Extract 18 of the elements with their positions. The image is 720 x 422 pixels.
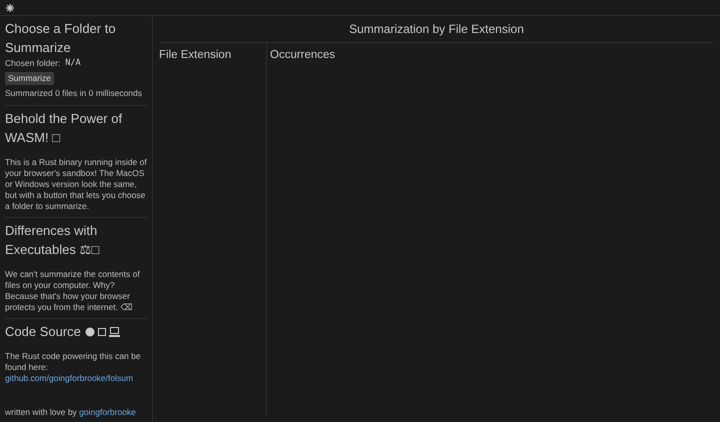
author-link[interactable]: goingforbrooke xyxy=(79,407,136,418)
section-heading: Code Source xyxy=(5,323,81,341)
column-header: File Extension xyxy=(159,48,232,63)
section-heading: Behold the Power of WASM! □ xyxy=(5,110,124,147)
footer-text: written with love by xyxy=(5,407,78,418)
column-header: Occurrences xyxy=(270,48,336,63)
description-text: The Rust code powering this can be found here: xyxy=(5,351,142,373)
settings-icon[interactable] xyxy=(6,4,14,12)
table-title: Summarization by File Extension xyxy=(159,16,714,43)
description-text: We can't summarize the contents of files on your computer. Why? Because that's how your browser protects you from the internet. ⌫ xyxy=(5,269,141,314)
section-heading: Differences with Executables ⚖□ xyxy=(5,222,100,259)
section-heading: Choose a Folder to Summarize xyxy=(5,20,117,57)
source-link[interactable]: github.com/goingforbrooke/folsum xyxy=(5,373,134,383)
folder-label: Chosen folder: xyxy=(5,58,60,69)
summary-text: Summarized 0 files in 0 milliseconds xyxy=(5,88,143,100)
summarize-button[interactable]: Summarize xyxy=(5,72,54,85)
description-text: This is a Rust binary running inside of your browser's sandbox! The MacOS or Windows version look the same, but with a button that lets you choose a folder to summarize. xyxy=(5,157,147,213)
folder-value: N/A xyxy=(65,58,81,69)
